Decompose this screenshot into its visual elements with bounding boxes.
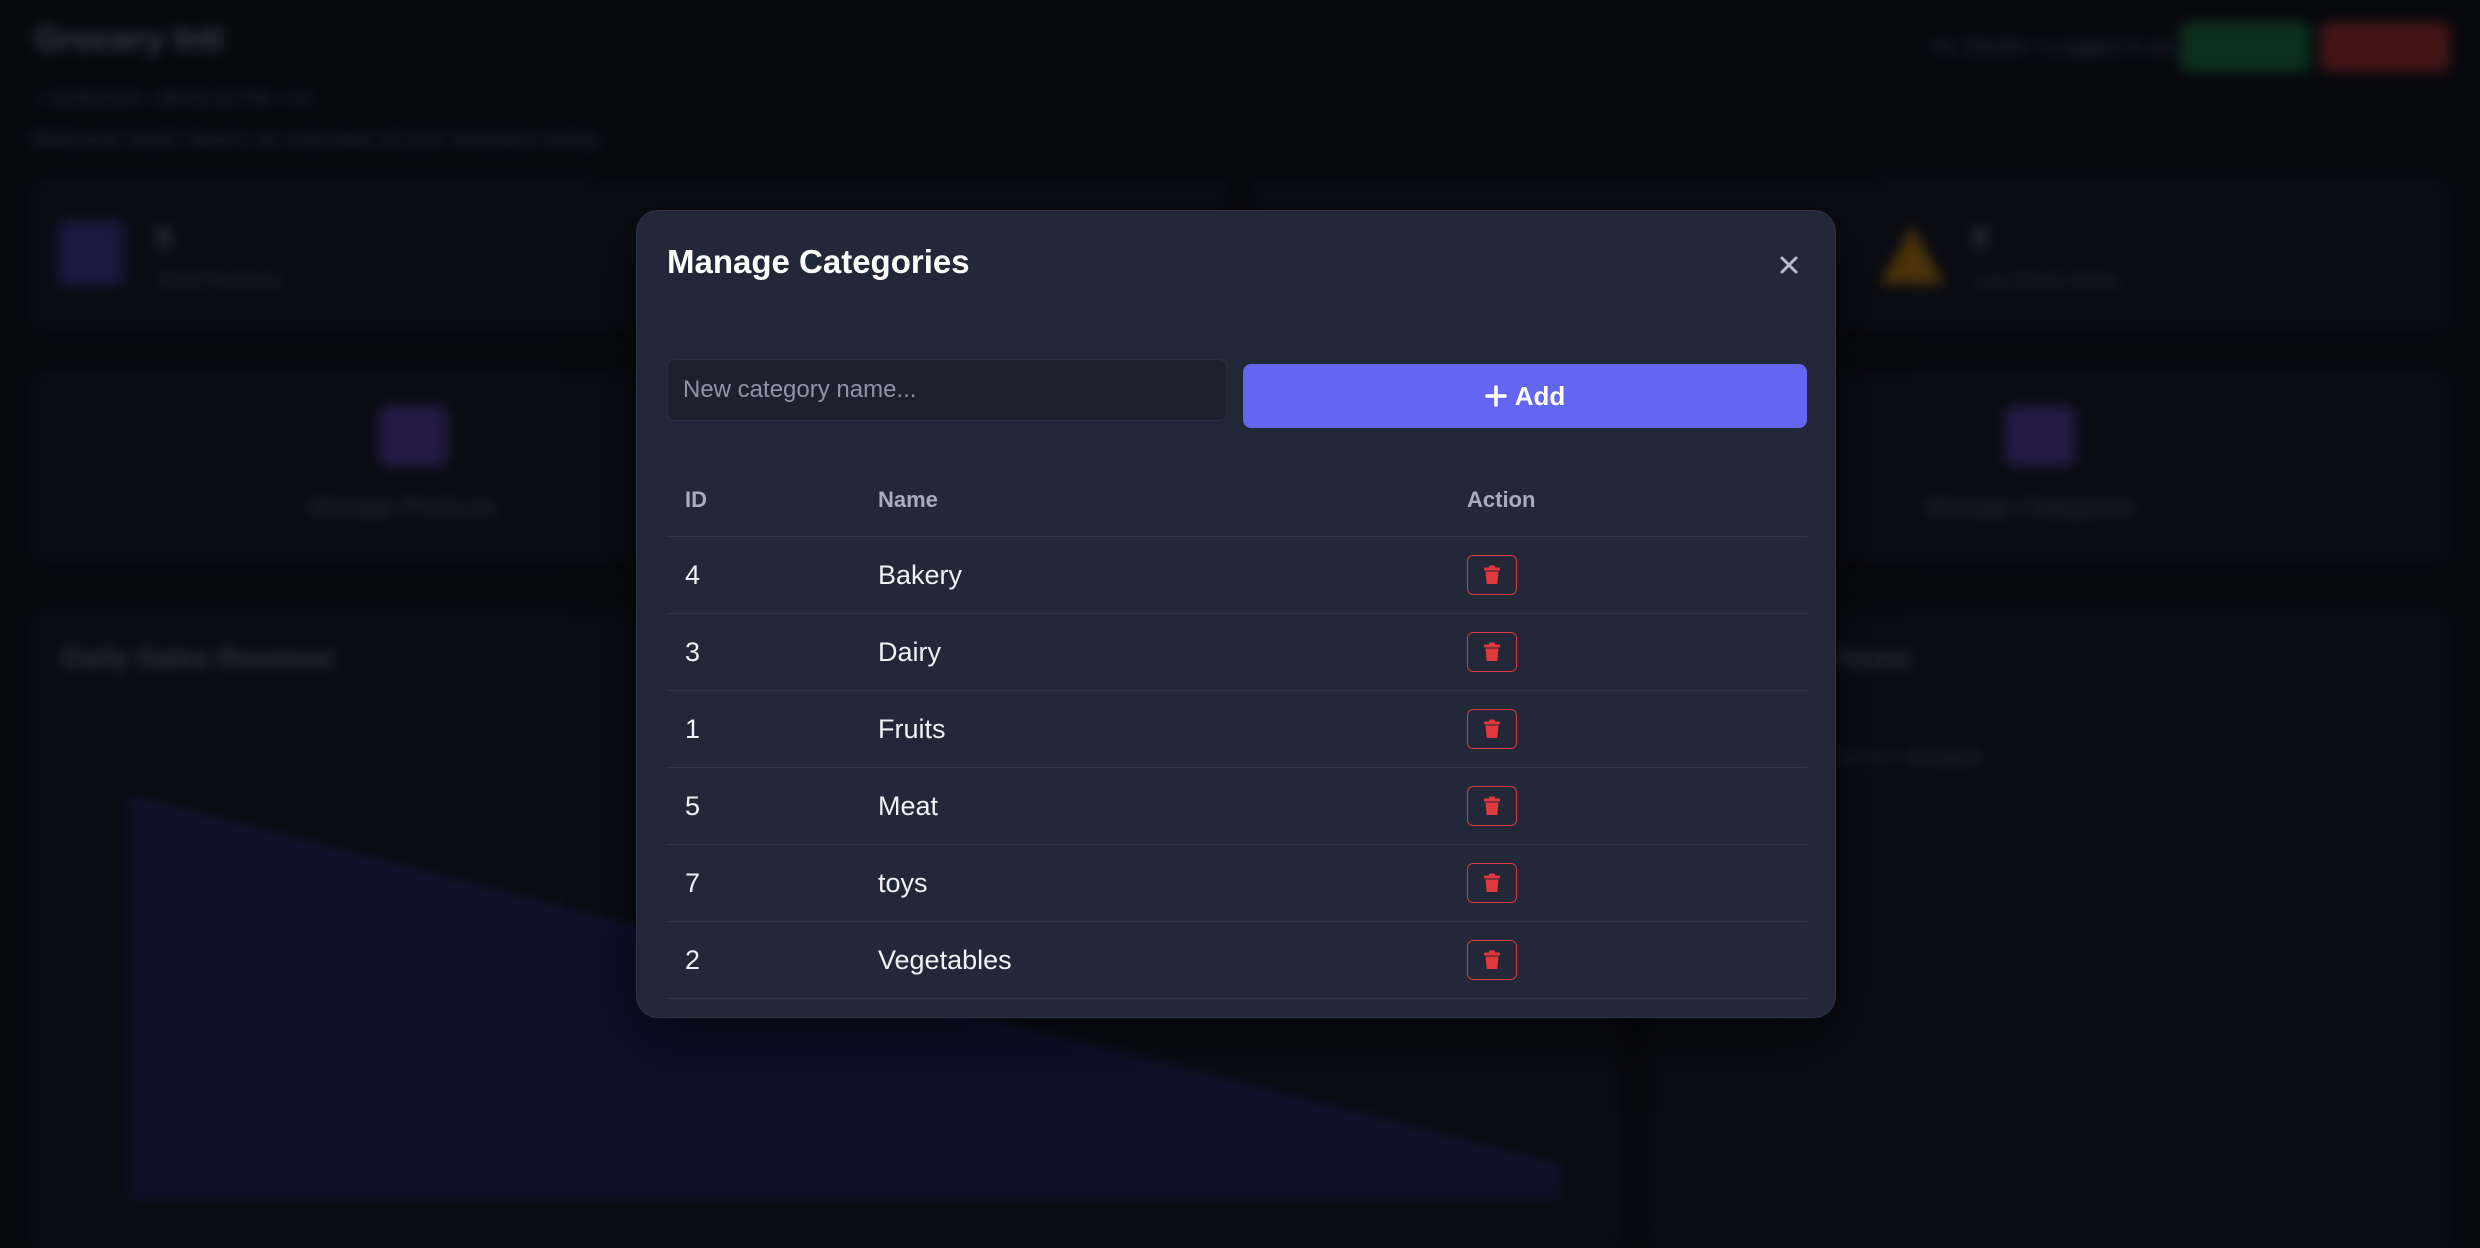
- table-row: 4 Bakery: [667, 537, 1807, 614]
- trash-icon: [1484, 719, 1500, 738]
- table-row: 5 Meat: [667, 768, 1807, 845]
- row-name: Bakery: [878, 559, 963, 590]
- trash-icon: [1484, 565, 1500, 584]
- row-name: Vegetables: [878, 944, 1012, 975]
- table-row: 7 toys: [667, 845, 1807, 922]
- column-header-id: ID: [685, 486, 707, 512]
- delete-category-button[interactable]: [1467, 555, 1517, 595]
- trash-icon: [1484, 950, 1500, 969]
- trash-icon: [1484, 873, 1500, 892]
- close-icon[interactable]: [1771, 247, 1807, 283]
- row-name: Fruits: [878, 713, 946, 744]
- table-header: ID Name Action: [667, 463, 1807, 537]
- row-id: 5: [685, 790, 701, 821]
- row-id: 3: [685, 636, 701, 667]
- categories-table: ID Name Action 4 Bakery 3 Dairy 1 Fruits: [667, 463, 1807, 999]
- trash-icon: [1484, 642, 1500, 661]
- new-category-input[interactable]: [667, 359, 1227, 421]
- add-category-button[interactable]: Add: [1243, 364, 1807, 428]
- modal-title: Manage Categories: [667, 243, 970, 280]
- row-id: 2: [685, 944, 701, 975]
- delete-category-button[interactable]: [1467, 709, 1517, 749]
- delete-category-button[interactable]: [1467, 632, 1517, 672]
- plus-icon: [1484, 385, 1507, 407]
- row-name: Meat: [878, 790, 939, 821]
- row-id: 7: [685, 867, 701, 898]
- column-header-action: Action: [1467, 486, 1536, 512]
- column-header-name: Name: [878, 486, 938, 512]
- manage-categories-modal: Manage Categories Add ID Name Action 4 B…: [636, 210, 1836, 1018]
- trash-icon: [1484, 796, 1500, 815]
- row-id: 4: [685, 559, 701, 590]
- row-id: 1: [685, 713, 701, 744]
- delete-category-button[interactable]: [1467, 863, 1517, 903]
- row-name: Dairy: [878, 636, 942, 667]
- close-icon-glyph: [1780, 256, 1798, 274]
- delete-category-button[interactable]: [1467, 786, 1517, 826]
- table-row: 2 Vegetables: [667, 922, 1807, 999]
- table-row: 1 Fruits: [667, 691, 1807, 768]
- add-button-label: Add: [1514, 380, 1566, 411]
- delete-category-button[interactable]: [1467, 940, 1517, 980]
- row-name: toys: [878, 867, 928, 898]
- table-row: 3 Dairy: [667, 614, 1807, 691]
